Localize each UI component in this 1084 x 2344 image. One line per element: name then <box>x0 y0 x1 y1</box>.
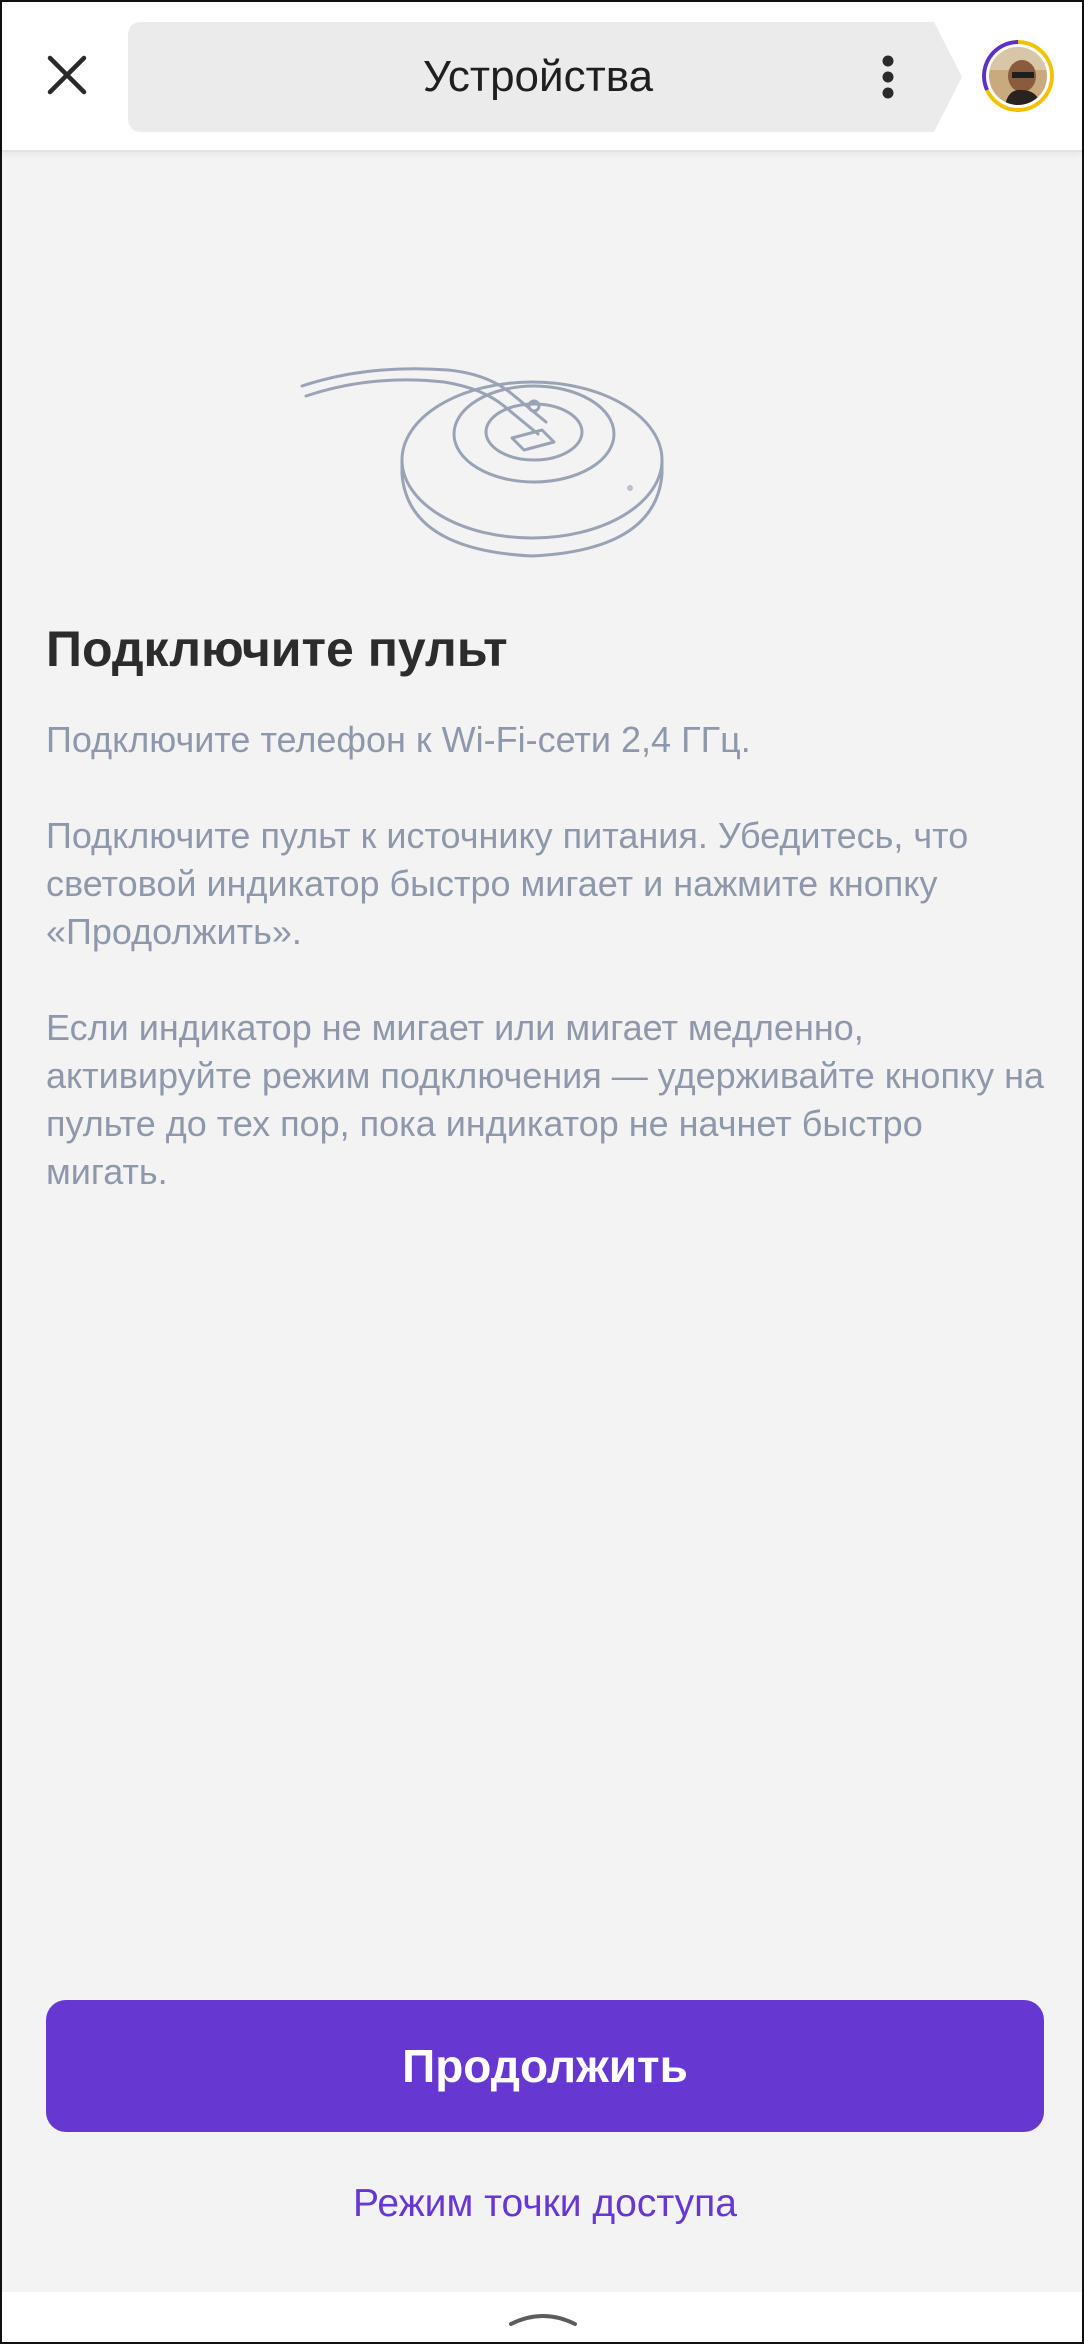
more-vertical-icon <box>882 55 894 99</box>
chevron-up-icon[interactable] <box>507 2304 579 2330</box>
close-button[interactable] <box>38 46 96 104</box>
title-pill[interactable]: Устройства <box>128 22 962 132</box>
close-icon <box>47 55 87 95</box>
bottom-sheet-bar <box>2 2292 1082 2342</box>
more-options-button[interactable] <box>868 52 908 102</box>
instruction-paragraph: Подключите пульт к источнику питания. Уб… <box>46 815 969 952</box>
instruction-paragraph: Если индикатор не мигает или мигает медл… <box>46 1007 1044 1192</box>
page-title: Устройства <box>422 52 654 101</box>
top-bar: Устройства <box>2 2 1082 152</box>
access-point-mode-link[interactable]: Режим точки доступа <box>46 2182 1044 2226</box>
instruction-paragraph: Подключите телефон к Wi-Fi-сети 2,4 ГГц. <box>46 719 751 760</box>
app-screen: Устройства Подключите пульт Подключите т… <box>0 0 1084 2344</box>
instruction-heading: Подключите пульт <box>46 621 508 677</box>
remote-hub-illustration <box>300 367 664 558</box>
user-avatar[interactable] <box>982 40 1054 112</box>
continue-button[interactable]: Продолжить <box>46 2000 1044 2132</box>
